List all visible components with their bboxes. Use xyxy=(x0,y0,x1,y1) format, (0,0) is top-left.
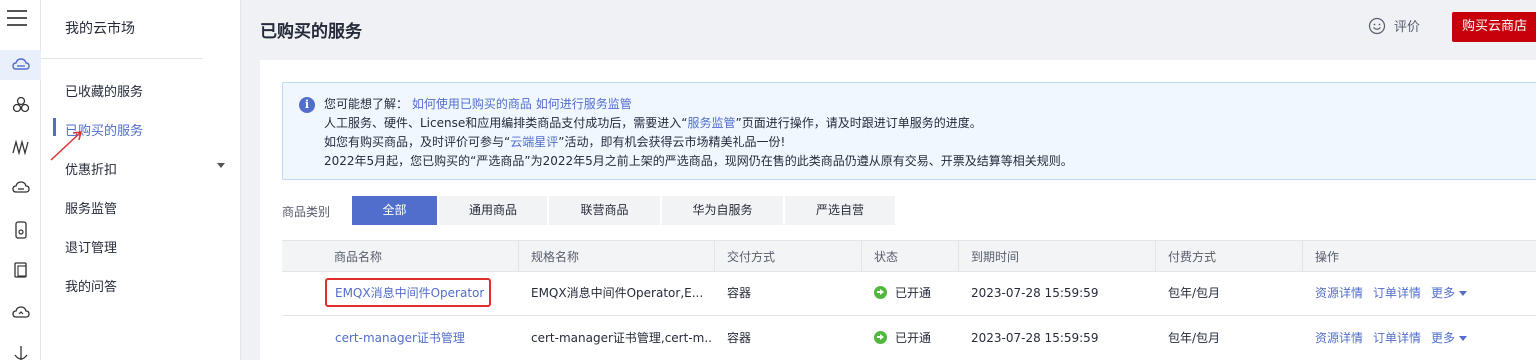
nav-item-my-questions[interactable]: 我的问答 xyxy=(65,276,117,295)
expiry-cell: 2023-07-28 15:59:59 xyxy=(971,331,1099,345)
menu-icon[interactable] xyxy=(7,10,27,28)
rate-label: 评价 xyxy=(1394,20,1421,35)
billing-cell: 包年/包月 xyxy=(1168,331,1221,345)
highlight-box xyxy=(325,278,491,307)
filter-joint[interactable]: 联营商品 xyxy=(549,196,660,225)
divider xyxy=(41,58,203,59)
filter-selected-self[interactable]: 严选自营 xyxy=(785,196,895,225)
filter-general[interactable]: 通用商品 xyxy=(439,196,547,225)
link-service-supervision[interactable]: 服务监管 xyxy=(687,116,735,130)
column-header: 交付方式 xyxy=(714,241,775,271)
billing-cell: 包年/包月 xyxy=(1168,286,1221,300)
column-header: 状态 xyxy=(861,241,898,271)
anchor-icon[interactable] xyxy=(0,338,41,360)
chevron-down-icon xyxy=(1459,291,1468,296)
nav-item-favorites[interactable]: 已收藏的服务 xyxy=(65,81,143,100)
chevron-down-icon[interactable] xyxy=(217,163,225,168)
status-cell: 已开通 xyxy=(874,316,931,360)
document-icon[interactable] xyxy=(0,255,41,285)
status-cell: 已开通 xyxy=(874,271,931,316)
filter-all[interactable]: 全部 xyxy=(352,196,437,225)
expiry-cell: 2023-07-28 15:59:59 xyxy=(971,286,1099,300)
link-cloud-star-rating[interactable]: 云端星评 xyxy=(510,135,558,149)
info-line-1: 您可能想了解： 如何使用已购买的商品 如何进行服务监管 xyxy=(324,97,632,111)
phone-icon[interactable] xyxy=(0,215,41,245)
category-label: 商品类别 xyxy=(282,205,331,219)
order-details-link[interactable]: 订单详情 xyxy=(1373,286,1421,300)
info-banner: i 您可能想了解： 如何使用已购买的商品 如何进行服务监管 人工服务、硬件、Li… xyxy=(282,82,1536,180)
page-title: 已购买的服务 xyxy=(260,22,362,42)
nav-title: 我的云市场 xyxy=(65,21,135,37)
more-menu[interactable]: 更多 xyxy=(1431,286,1468,300)
nodes-icon[interactable] xyxy=(0,90,41,120)
status-check-icon xyxy=(874,286,887,299)
secondary-nav: 我的云市场 已收藏的服务 已购买的服务 优惠折扣 服务监管 退订管理 我的问答 xyxy=(41,0,241,360)
delivery-cell: 容器 xyxy=(727,286,752,300)
link-how-to-use[interactable]: 如何使用已购买的商品 xyxy=(412,97,532,111)
cloud-upload-icon[interactable] xyxy=(0,297,41,327)
column-header: 商品名称 xyxy=(334,250,383,264)
table-row: cert-manager证书管理 cert-manager证书管理,cert-m… xyxy=(282,316,1536,360)
more-menu[interactable]: 更多 xyxy=(1431,331,1468,345)
rate-button[interactable]: 评价 xyxy=(1368,16,1420,35)
column-header: 操作 xyxy=(1302,241,1339,271)
icon-rail xyxy=(0,0,41,360)
order-details-link[interactable]: 订单详情 xyxy=(1373,331,1421,345)
column-header: 付费方式 xyxy=(1155,241,1216,271)
status-check-icon xyxy=(874,331,887,344)
spec-cell: cert-manager证书管理,cert-m... xyxy=(531,331,711,345)
column-header: 到期时间 xyxy=(958,241,1019,271)
ops-cell: 资源详情 订单详情 更多 xyxy=(1315,271,1477,316)
filter-huawei-self[interactable]: 华为自服务 xyxy=(662,196,783,225)
buy-store-button[interactable]: 购买云商店 xyxy=(1452,12,1536,42)
info-line-2: 人工服务、硬件、License和应用编排类商品支付成功后，需要进入“服务监管”页… xyxy=(324,116,982,130)
info-line-3: 如您有购买商品，及时评价可参与“云端星评”活动，即有机会获得云市场精美礼品一份! xyxy=(324,135,786,149)
delivery-cell: 容器 xyxy=(727,331,752,345)
wave-icon[interactable] xyxy=(0,132,41,162)
table-header: 商品名称 规格名称 交付方式 状态 到期时间 付费方式 操作 xyxy=(282,240,1536,272)
info-line-4: 2022年5月起，您已购买的“严选商品”为2022年5月之前上架的严选商品，现网… xyxy=(324,154,1073,168)
nav-item-service-supervision[interactable]: 服务监管 xyxy=(65,198,117,217)
resource-details-link[interactable]: 资源详情 xyxy=(1315,286,1363,300)
nav-item-unsubscribe[interactable]: 退订管理 xyxy=(65,237,117,256)
smiley-icon xyxy=(1368,17,1386,34)
spec-cell: EMQX消息中间件Operator,E... xyxy=(531,286,704,300)
column-header: 规格名称 xyxy=(518,241,579,271)
resource-details-link[interactable]: 资源详情 xyxy=(1315,331,1363,345)
link-how-to-supervise[interactable]: 如何进行服务监管 xyxy=(536,97,632,111)
ops-cell: 资源详情 订单详情 更多 xyxy=(1315,316,1477,360)
annotation-arrow-icon xyxy=(50,131,82,161)
cloud-icon[interactable] xyxy=(0,50,41,80)
product-name-link[interactable]: cert-manager证书管理 xyxy=(335,316,465,360)
info-icon: i xyxy=(299,97,315,113)
cloud-service-icon[interactable] xyxy=(0,172,41,202)
chevron-down-icon xyxy=(1459,336,1468,341)
